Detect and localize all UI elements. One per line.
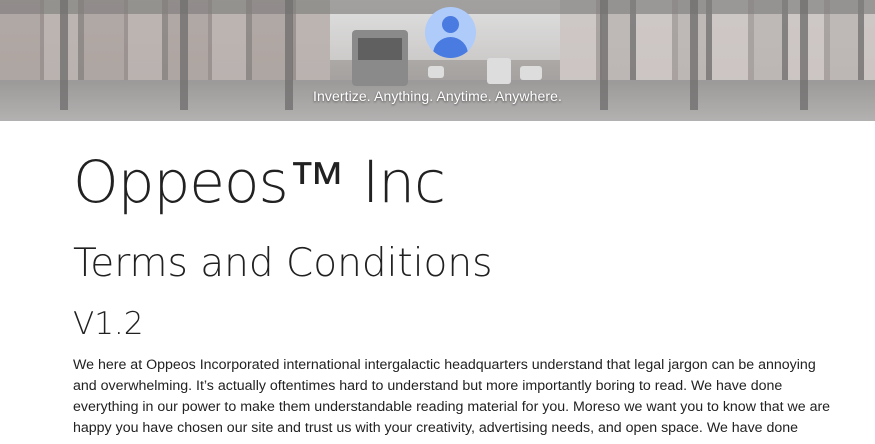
avatar-head [442, 16, 459, 33]
company-title: Oppeos™ Inc [73, 148, 446, 216]
account-circle-icon[interactable] [425, 7, 476, 58]
avatar-body [433, 37, 468, 58]
page-title: Terms and Conditions [73, 241, 493, 286]
tagline: Invertize. Anything. Anytime. Anywhere. [312, 88, 563, 104]
header-banner: Invertize. Anything. Anytime. Anywhere. [0, 0, 875, 121]
version-label: V1.2 [73, 306, 144, 342]
intro-paragraph: We here at Oppeos Incorporated internati… [73, 357, 831, 436]
